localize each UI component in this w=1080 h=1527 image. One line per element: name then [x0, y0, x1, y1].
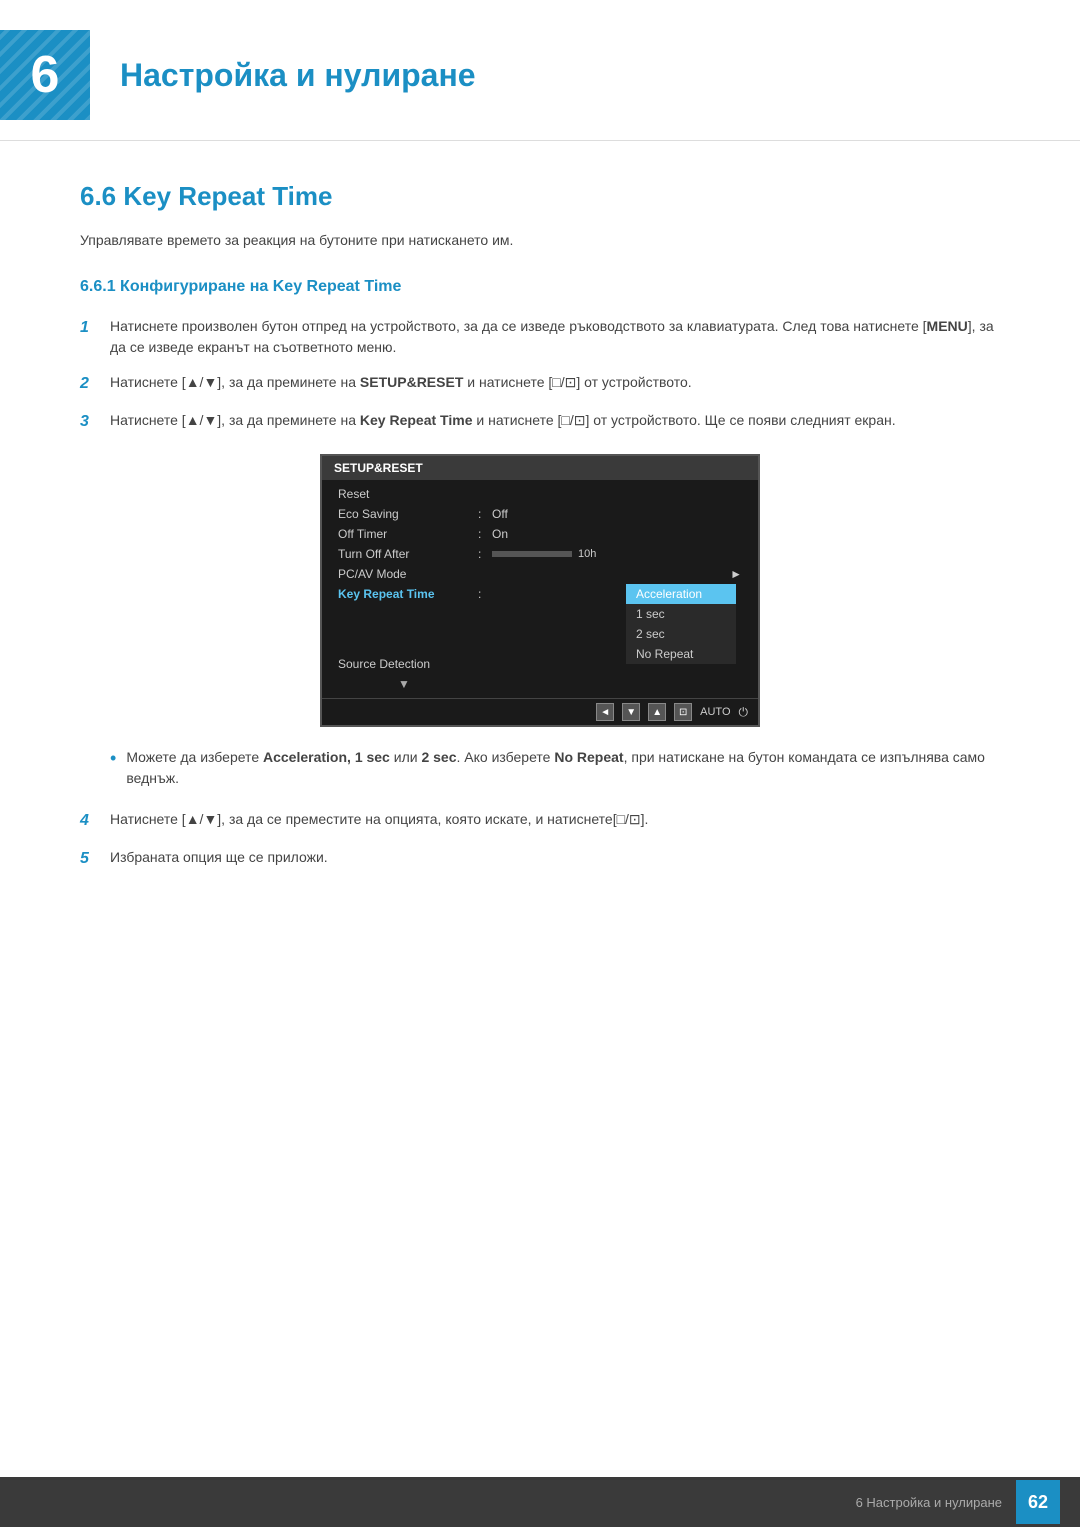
screen-row-offtimer: Off Timer : On — [322, 524, 758, 544]
section-number: 6.6 — [80, 181, 116, 211]
section-title: 6.6 Key Repeat Time — [80, 181, 1000, 212]
chapter-number-block: 6 — [0, 30, 90, 120]
toolbar-btn-up: ▲ — [648, 703, 666, 721]
screen-row-more: ▼ — [322, 674, 758, 694]
screen-row-eco: Eco Saving : Off — [322, 504, 758, 524]
progress-bar — [492, 551, 572, 557]
dropdown-menu: Acceleration 1 sec 2 sec No Repeat — [626, 584, 736, 664]
main-content: 6.6 Key Repeat Time Управлявате времето … — [0, 181, 1080, 971]
eco-label: Eco Saving — [338, 507, 478, 521]
dropdown-acceleration: Acceleration — [626, 584, 736, 604]
bullet-dot: • — [110, 747, 116, 770]
subsection-heading: Конфигуриране на Key Repeat Time — [120, 278, 401, 295]
keyrepeat-label: Key Repeat Time — [338, 587, 478, 601]
dropdown-2sec: 2 sec — [626, 624, 736, 644]
steps-list: 1 Натиснете произволен бутон отпред на у… — [80, 316, 1000, 434]
page-footer: 6 Настройка и нулиране 62 — [0, 1477, 1080, 1527]
screen-title-bar: SETUP&RESET — [322, 456, 758, 480]
bullet-text: Можете да изберете Acceleration, 1 sec и… — [126, 747, 1000, 789]
step-3-number: 3 — [80, 410, 110, 434]
step-1-number: 1 — [80, 316, 110, 340]
chapter-number: 6 — [31, 45, 60, 105]
subsection-title: 6.6.1 Конфигуриране на Key Repeat Time — [80, 278, 1000, 296]
screen-body: Reset Eco Saving : Off Off Timer : On — [322, 480, 758, 698]
footer-page-number: 62 — [1016, 1480, 1060, 1524]
screen-row-reset: Reset — [322, 484, 758, 504]
toolbar-power-icon: ⏻ — [739, 705, 749, 720]
step-5-number: 5 — [80, 847, 110, 871]
screen-row-pcav: PC/AV Mode ► — [322, 564, 758, 584]
steps-continued-list: 4 Натиснете [▲/▼], за да се преместите н… — [80, 809, 1000, 871]
offtimer-value: On — [492, 527, 742, 541]
section-heading: Key Repeat Time — [123, 181, 332, 211]
screen-row-turnoff: Turn Off After : 10h — [322, 544, 758, 564]
setup-screen: SETUP&RESET Reset Eco Saving : Off Off T… — [320, 454, 760, 727]
step-2: 2 Натиснете [▲/▼], за да преминете на SE… — [80, 372, 1000, 396]
step-4-text: Натиснете [▲/▼], за да се преместите на … — [110, 809, 1000, 830]
source-label: Source Detection — [338, 657, 478, 671]
step-1: 1 Натиснете произволен бутон отпред на у… — [80, 316, 1000, 358]
dropdown-1sec: 1 sec — [626, 604, 736, 624]
chapter-title: Настройка и нулиране — [120, 57, 476, 94]
toolbar-btn-left: ◄ — [596, 703, 614, 721]
step-5-text: Избраната опция ще се приложи. — [110, 847, 1000, 868]
step-3-text: Натиснете [▲/▼], за да преминете на Key … — [110, 410, 1000, 431]
reset-label: Reset — [338, 487, 478, 501]
more-arrow: ▼ — [398, 677, 410, 691]
bullet-item-1: • Можете да изберете Acceleration, 1 sec… — [110, 747, 1000, 789]
footer-chapter-text: 6 Настройка и нулиране — [856, 1495, 1002, 1510]
bullet-list: • Можете да изберете Acceleration, 1 sec… — [110, 747, 1000, 789]
chapter-header: 6 Настройка и нулиране — [0, 0, 1080, 141]
step-2-number: 2 — [80, 372, 110, 396]
subsection-number: 6.6.1 — [80, 278, 116, 295]
step-5: 5 Избраната опция ще се приложи. — [80, 847, 1000, 871]
offtimer-label: Off Timer — [338, 527, 478, 541]
step-4-number: 4 — [80, 809, 110, 833]
turnoff-value: 10h — [492, 548, 742, 560]
turnoff-label: Turn Off After — [338, 547, 478, 561]
step-4: 4 Натиснете [▲/▼], за да се преместите н… — [80, 809, 1000, 833]
key-repeat-row-container: Key Repeat Time : Acceleration 1 sec 2 s… — [322, 584, 758, 604]
toolbar-btn-down: ▼ — [622, 703, 640, 721]
toolbar-auto-label: AUTO — [700, 706, 730, 718]
section-intro: Управлявате времето за реакция на бутони… — [80, 232, 1000, 248]
step-3: 3 Натиснете [▲/▼], за да преминете на Ke… — [80, 410, 1000, 434]
pcav-label: PC/AV Mode — [338, 567, 478, 581]
eco-value: Off — [492, 507, 742, 521]
step-2-text: Натиснете [▲/▼], за да преминете на SETU… — [110, 372, 1000, 393]
screen-wrapper: SETUP&RESET Reset Eco Saving : Off Off T… — [80, 454, 1000, 727]
dropdown-norepeat: No Repeat — [626, 644, 736, 664]
step-1-text: Натиснете произволен бутон отпред на уст… — [110, 316, 1000, 358]
toolbar-btn-enter: ⊡ — [674, 703, 692, 721]
screen-toolbar: ◄ ▼ ▲ ⊡ AUTO ⏻ — [322, 698, 758, 725]
